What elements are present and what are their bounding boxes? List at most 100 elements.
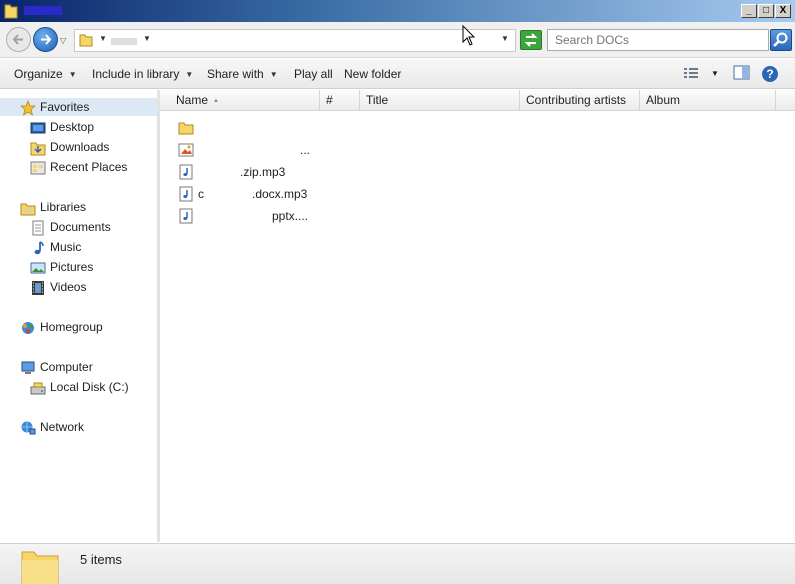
chevron-down-icon: ▼	[269, 70, 278, 79]
sidebar-item-label: Network	[40, 420, 85, 434]
sidebar-item-local-disk[interactable]: Local Disk (C:)	[30, 378, 129, 396]
organize-menu[interactable]: Organize ▼	[14, 67, 77, 81]
mouse-cursor-icon	[462, 25, 476, 46]
sidebar-item-favorites[interactable]: Favorites	[0, 98, 157, 116]
refresh-icon	[524, 33, 538, 47]
chevron-down-icon[interactable]: ▼	[143, 34, 151, 43]
chevron-down-icon[interactable]: ▼	[99, 34, 107, 43]
address-history-dropdown[interactable]: ▼	[501, 34, 509, 43]
sidebar-item-pictures[interactable]: Pictures	[30, 258, 93, 276]
back-arrow-icon	[12, 34, 23, 45]
sidebar-item-documents[interactable]: Documents	[30, 218, 111, 236]
sidebar-item-desktop[interactable]: Desktop	[30, 118, 94, 136]
column-header-album[interactable]: Album	[640, 90, 776, 111]
navigation-pane: Favorites Desktop Downloads Recent Place…	[0, 90, 160, 542]
play-all-button[interactable]: Play all	[294, 67, 333, 81]
sidebar-item-recent-places[interactable]: Recent Places	[30, 158, 127, 176]
desktop-icon	[30, 122, 46, 134]
folder-icon	[21, 551, 59, 584]
new-folder-button[interactable]: New folder	[344, 67, 401, 81]
window-title	[24, 6, 62, 15]
picture-file-icon	[178, 143, 194, 157]
file-row[interactable]: ...	[178, 141, 378, 159]
column-header-name[interactable]: Name ▲	[170, 90, 320, 111]
file-name: .zip.mp3	[240, 165, 286, 179]
computer-icon	[21, 361, 35, 374]
audio-file-icon	[179, 208, 193, 224]
refresh-button[interactable]	[520, 30, 542, 50]
share-with-menu[interactable]: Share with ▼	[207, 67, 278, 81]
search-input[interactable]	[548, 30, 768, 50]
view-options-icon[interactable]	[683, 65, 701, 81]
preview-pane-icon[interactable]	[733, 65, 751, 81]
command-toolbar: Organize ▼ Include in library ▼ Share with…	[0, 59, 795, 89]
svg-text:?: ?	[766, 67, 773, 81]
file-name-prefix: c	[198, 187, 204, 201]
file-name: pptx....	[272, 209, 309, 223]
sidebar-item-label: Desktop	[50, 120, 95, 134]
sidebar-item-label: Music	[50, 240, 82, 254]
address-bar: ▽ ▼ ▼ ▼	[0, 22, 795, 58]
search-button[interactable]	[770, 29, 792, 51]
sidebar-item-label: Local Disk (C:)	[50, 380, 129, 394]
chevron-down-icon: ▼	[68, 70, 77, 79]
downloads-folder-icon	[30, 142, 46, 156]
file-row[interactable]: c .docx.mp3	[178, 185, 378, 203]
title-bar[interactable]: _ □ X	[0, 0, 795, 22]
network-icon	[21, 421, 36, 435]
sidebar-item-downloads[interactable]: Downloads	[30, 138, 109, 156]
sidebar-item-label: Favorites	[40, 100, 90, 114]
search-field[interactable]	[547, 29, 769, 51]
column-header-contributing-artists[interactable]: Contributing artists	[520, 90, 640, 111]
libraries-icon	[20, 203, 36, 216]
forward-button[interactable]	[33, 27, 58, 52]
sidebar-item-network[interactable]: Network	[20, 418, 84, 436]
maximize-button[interactable]: □	[758, 4, 774, 18]
pictures-icon	[30, 262, 46, 274]
organize-label: Organize	[14, 67, 63, 81]
homegroup-icon	[22, 321, 34, 334]
star-icon	[20, 99, 36, 116]
breadcrumb-segment[interactable]	[111, 38, 137, 45]
sidebar-item-label: Documents	[50, 220, 111, 234]
sidebar-item-computer[interactable]: Computer	[20, 358, 93, 376]
sidebar-item-label: Recent Places	[50, 160, 128, 174]
sidebar-item-libraries[interactable]: Libraries	[20, 198, 86, 216]
help-icon[interactable]: ?	[761, 65, 779, 83]
file-list-pane: Name ▲ # Title Contributing artists Album…	[160, 90, 795, 542]
file-name: ...	[300, 143, 311, 157]
search-icon	[773, 32, 788, 47]
item-count: 5 items	[80, 552, 122, 567]
back-button[interactable]	[6, 27, 31, 52]
column-header-number[interactable]: #	[320, 90, 360, 111]
file-row[interactable]: pptx....	[178, 207, 378, 225]
column-label: Name	[176, 93, 209, 107]
documents-icon	[32, 220, 44, 236]
address-breadcrumb[interactable]: ▼ ▼ ▼	[74, 29, 516, 52]
status-bar: 5 items	[0, 543, 795, 584]
column-header-row: Name ▲ # Title Contributing artists Album	[160, 90, 795, 111]
folder-icon	[4, 4, 18, 19]
file-row[interactable]	[178, 119, 378, 137]
music-note-icon	[34, 241, 44, 255]
sidebar-item-label: Videos	[50, 280, 87, 294]
sidebar-item-homegroup[interactable]: Homegroup	[20, 318, 103, 336]
recent-places-icon	[30, 161, 46, 175]
include-in-library-menu[interactable]: Include in library ▼	[92, 67, 193, 81]
view-options-dropdown[interactable]: ▼	[711, 69, 719, 78]
sidebar-item-music[interactable]: Music	[30, 238, 81, 256]
file-row[interactable]: .zip.mp3	[178, 163, 378, 181]
sidebar-item-videos[interactable]: Videos	[30, 278, 86, 296]
file-name: .docx.mp3	[252, 187, 308, 201]
forward-arrow-icon	[41, 34, 52, 45]
sidebar-item-label: Homegroup	[40, 320, 103, 334]
chevron-down-icon: ▼	[185, 70, 194, 79]
sidebar-item-label: Downloads	[50, 140, 110, 154]
sidebar-item-label: Libraries	[40, 200, 87, 214]
hard-drive-icon	[30, 382, 46, 395]
close-button[interactable]: X	[775, 4, 791, 18]
minimize-button[interactable]: _	[741, 4, 757, 18]
recent-pages-dropdown[interactable]: ▽	[60, 36, 66, 45]
column-header-title[interactable]: Title	[360, 90, 520, 111]
sidebar-item-label: Computer	[40, 360, 93, 374]
